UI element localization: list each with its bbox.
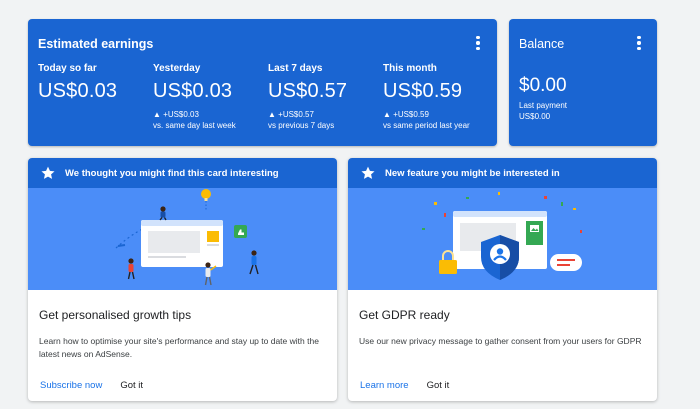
balance-more-vert-icon[interactable] xyxy=(637,36,641,50)
balance-title: Balance xyxy=(519,37,565,51)
card-title: Get personalised growth tips xyxy=(39,308,192,322)
card-title: Get GDPR ready xyxy=(359,308,450,322)
balance-card: Balance $0.00 Last payment US$0.00 xyxy=(509,19,657,146)
metric-today: Today so far US$0.03 xyxy=(38,63,153,103)
last-payment-label: Last payment xyxy=(519,101,568,110)
earnings-more-vert-icon[interactable] xyxy=(476,36,480,50)
metric-label: Today so far xyxy=(38,63,97,74)
earnings-title: Estimated earnings xyxy=(38,37,154,51)
estimated-earnings-card: Estimated earnings Today so far US$0.03 … xyxy=(28,19,497,146)
card-header: We thought you might find this card inte… xyxy=(28,158,337,188)
gdpr-illustration xyxy=(348,188,657,290)
metric-change: ▲ +US$0.59 xyxy=(383,110,429,119)
metric-this-month: This month US$0.59 ▲ +US$0.59 vs same pe… xyxy=(383,63,497,131)
card-actions: Subscribe now Got it xyxy=(40,380,143,391)
learn-more-button[interactable]: Learn more xyxy=(360,380,409,391)
star-icon xyxy=(361,166,375,179)
gdpr-card: New feature you might be interested in G… xyxy=(348,158,657,401)
card-header-text: New feature you might be interested in xyxy=(385,168,560,179)
metric-last-7-days: Last 7 days US$0.57 ▲ +US$0.57 vs previo… xyxy=(268,63,383,131)
metric-change: ▲ +US$0.57 xyxy=(268,110,314,119)
metric-yesterday: Yesterday US$0.03 ▲ +US$0.03 vs. same da… xyxy=(153,63,268,131)
metric-label: This month xyxy=(383,63,437,74)
metric-comparison: vs previous 7 days xyxy=(268,121,335,130)
card-description: Use our new privacy message to gather co… xyxy=(359,336,642,346)
card-actions: Learn more Got it xyxy=(360,380,449,391)
metric-value: US$0.03 xyxy=(38,80,118,102)
got-it-button[interactable]: Got it xyxy=(120,380,143,391)
metric-label: Last 7 days xyxy=(268,63,323,74)
metric-value: US$0.03 xyxy=(153,80,233,102)
star-icon xyxy=(41,166,55,179)
last-payment-value: US$0.00 xyxy=(519,112,551,121)
metric-label: Yesterday xyxy=(153,63,201,74)
balance-value: $0.00 xyxy=(519,75,567,96)
metric-value: US$0.59 xyxy=(383,80,463,102)
metric-value: US$0.57 xyxy=(268,80,348,102)
metric-comparison: vs same period last year xyxy=(383,121,470,130)
card-header-text: We thought you might find this card inte… xyxy=(65,168,279,179)
subscribe-now-button[interactable]: Subscribe now xyxy=(40,380,102,391)
growth-tips-card: We thought you might find this card inte… xyxy=(28,158,337,401)
card-description: Learn how to optimise your site's perfor… xyxy=(39,336,319,359)
metric-change: ▲ +US$0.03 xyxy=(153,110,199,119)
metric-comparison: vs. same day last week xyxy=(153,121,236,130)
growth-illustration xyxy=(28,188,337,290)
got-it-button[interactable]: Got it xyxy=(427,380,450,391)
card-header: New feature you might be interested in xyxy=(348,158,657,188)
